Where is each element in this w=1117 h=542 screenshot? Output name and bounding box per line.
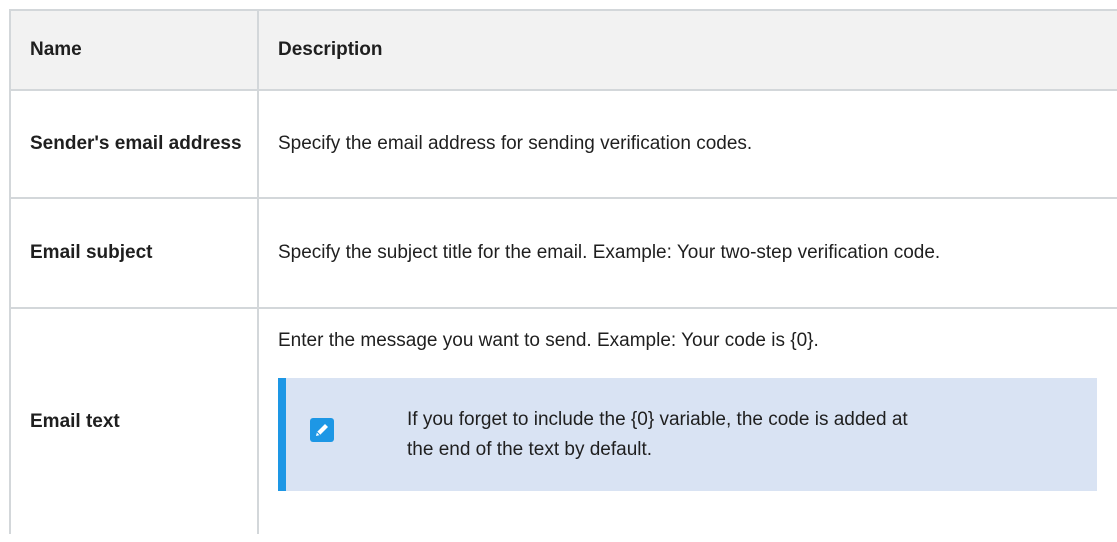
table-row: Sender's email address Specify the email… bbox=[9, 91, 1117, 199]
row-description: Enter the message you want to send. Exam… bbox=[278, 330, 819, 351]
row-name: Sender's email address bbox=[9, 91, 259, 197]
note-text: If you forget to include the {0} variabl… bbox=[407, 408, 908, 460]
row-description-cell: Enter the message you want to send. Exam… bbox=[259, 309, 1117, 534]
header-name: Name bbox=[9, 11, 259, 89]
row-description: Specify the email address for sending ve… bbox=[278, 133, 753, 154]
properties-table: Name Description Sender's email address … bbox=[9, 9, 1117, 534]
table-row: Email text Enter the message you want to… bbox=[9, 309, 1117, 534]
table-row: Email subject Specify the subject title … bbox=[9, 199, 1117, 309]
pencil-edit-icon bbox=[310, 418, 334, 442]
table-header-row: Name Description bbox=[9, 11, 1117, 91]
row-name: Email text bbox=[9, 309, 259, 534]
row-description: Specify the subject title for the email.… bbox=[278, 242, 941, 263]
note-callout: If you forget to include the {0} variabl… bbox=[278, 378, 1097, 491]
row-name: Email subject bbox=[9, 199, 259, 307]
header-description: Description bbox=[278, 39, 383, 60]
